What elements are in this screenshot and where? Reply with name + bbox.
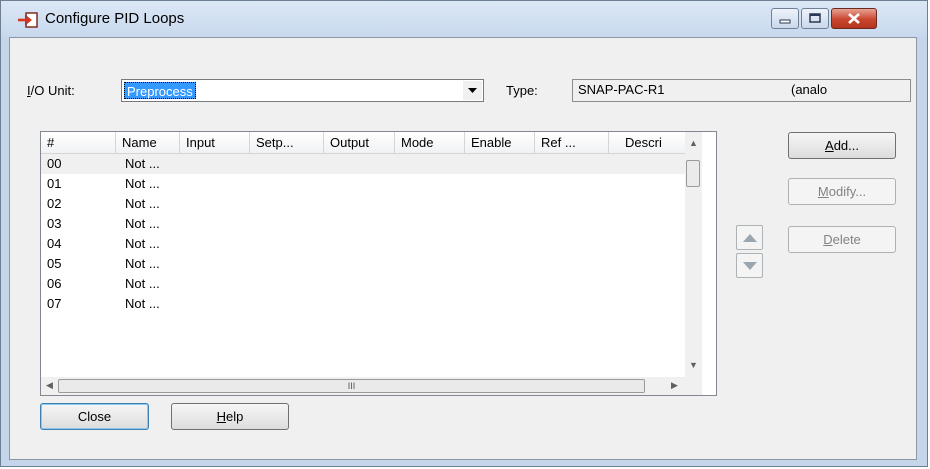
horizontal-scrollbar[interactable]: ◀ III ▶ <box>41 377 685 395</box>
io-unit-dropdown[interactable]: Preprocess <box>121 79 484 102</box>
row-name: Not ... <box>125 276 160 291</box>
title-bar[interactable]: Configure PID Loops <box>1 1 927 37</box>
list-row[interactable]: 05 Not ... <box>41 254 685 274</box>
arrow-up-icon <box>742 233 757 242</box>
minimize-button[interactable] <box>771 8 799 29</box>
window-title: Configure PID Loops <box>45 10 185 27</box>
list-row[interactable]: 07 Not ... <box>41 294 685 314</box>
arrow-down-icon <box>742 261 757 270</box>
row-number: 04 <box>47 236 62 251</box>
list-rows: 00 Not ... 01 Not ... 02 Not ... 03 Not ... … <box>41 154 685 314</box>
column-header-input[interactable]: Input <box>180 132 250 153</box>
column-header-description[interactable]: Descri <box>609 132 685 153</box>
vertical-scrollbar[interactable]: ▲ ▼ <box>685 132 702 377</box>
vertical-scroll-thumb[interactable] <box>686 160 700 187</box>
scroll-grip: III <box>347 381 356 391</box>
row-name: Not ... <box>125 256 160 271</box>
column-header-output[interactable]: Output <box>324 132 395 153</box>
maximize-icon <box>809 13 821 23</box>
close-icon <box>848 13 860 24</box>
close-button[interactable]: Close <box>40 403 149 430</box>
type-field: SNAP-PAC-R1 (analo <box>572 79 911 102</box>
add-button[interactable]: Add... <box>788 132 896 159</box>
scroll-right-arrow-icon[interactable]: ▶ <box>671 380 678 391</box>
move-down-button[interactable] <box>736 253 763 278</box>
row-number: 00 <box>47 156 62 171</box>
minimize-icon <box>779 19 791 24</box>
row-name: Not ... <box>125 176 160 191</box>
modify-button[interactable]: Modify... <box>788 178 896 205</box>
pid-loop-list[interactable]: # Name Input Setp... Output Mode Enable … <box>40 131 717 396</box>
list-row[interactable]: 04 Not ... <box>41 234 685 254</box>
column-header-ref[interactable]: Ref ... <box>535 132 609 153</box>
dropdown-button[interactable] <box>463 81 482 100</box>
row-number: 06 <box>47 276 62 291</box>
help-button-label: Help <box>216 409 244 424</box>
pid-loop-app-icon <box>18 12 38 28</box>
scroll-up-arrow-icon[interactable]: ▲ <box>689 138 698 148</box>
row-name: Not ... <box>125 196 160 211</box>
help-button[interactable]: Help <box>171 403 289 430</box>
row-number: 03 <box>47 216 62 231</box>
row-name: Not ... <box>125 216 160 231</box>
type-label: Type: <box>506 83 538 98</box>
dialog-client-area: I/O Unit: Preprocess Type: SNAP-PAC-R1 (… <box>9 37 917 460</box>
scrollbar-corner <box>685 377 702 395</box>
list-row[interactable]: 00 Not ... <box>41 154 685 174</box>
scroll-down-arrow-icon[interactable]: ▼ <box>689 360 698 370</box>
horizontal-scroll-thumb[interactable]: III <box>58 379 645 393</box>
row-name: Not ... <box>125 296 160 311</box>
row-name: Not ... <box>125 156 160 171</box>
row-number: 07 <box>47 296 62 311</box>
maximize-button[interactable] <box>801 8 829 29</box>
chevron-down-icon <box>468 88 477 93</box>
list-row[interactable]: 01 Not ... <box>41 174 685 194</box>
row-number: 01 <box>47 176 62 191</box>
list-row[interactable]: 06 Not ... <box>41 274 685 294</box>
column-header-name[interactable]: Name <box>116 132 180 153</box>
list-row[interactable]: 02 Not ... <box>41 194 685 214</box>
row-name: Not ... <box>125 236 160 251</box>
list-row[interactable]: 03 Not ... <box>41 214 685 234</box>
list-header: # Name Input Setp... Output Mode Enable … <box>41 132 685 154</box>
type-value: SNAP-PAC-R1 <box>578 82 665 97</box>
dialog-window: Configure PID Loops I/O Unit: Preprocess <box>0 0 928 467</box>
row-number: 02 <box>47 196 62 211</box>
add-button-label: Add... <box>825 138 859 153</box>
close-button-label: Close <box>77 409 112 424</box>
modify-button-label: Modify... <box>817 184 867 199</box>
column-header-setpoint[interactable]: Setp... <box>250 132 324 153</box>
move-up-button[interactable] <box>736 225 763 250</box>
delete-button-label: Delete <box>823 232 861 247</box>
column-header-enable[interactable]: Enable <box>465 132 535 153</box>
column-header-mode[interactable]: Mode <box>395 132 465 153</box>
scroll-left-arrow-icon[interactable]: ◀ <box>46 380 53 391</box>
column-header-number[interactable]: # <box>41 132 116 153</box>
row-number: 05 <box>47 256 62 271</box>
type-extra: (analo <box>791 82 828 97</box>
delete-button[interactable]: Delete <box>788 226 896 253</box>
close-window-button[interactable] <box>831 8 877 29</box>
io-unit-label: I/O Unit: <box>27 83 75 98</box>
io-unit-value: Preprocess <box>124 82 196 99</box>
